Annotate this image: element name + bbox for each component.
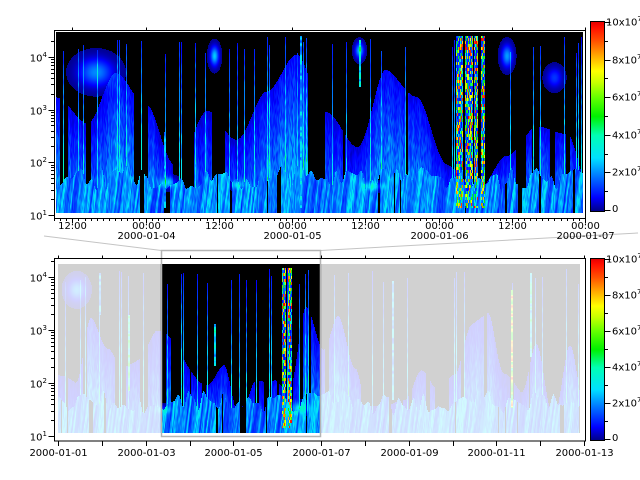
colorbar-tick-label: 8x107 — [612, 289, 640, 301]
x-tick-label-date: 2000-01-07 — [277, 448, 367, 459]
colorbar-tick-label: 4x107 — [612, 361, 640, 373]
colorbar-tick-label: 10x107 — [606, 253, 640, 265]
x-tick-label-date: 2000-01-03 — [102, 448, 192, 459]
y-tick-label: 101 — [0, 210, 47, 222]
x-tick-label-date: 2000-01-05 — [248, 231, 338, 242]
colorbar-tick-label: 6x107 — [612, 91, 640, 103]
x-tick-label-date: 2000-01-09 — [365, 448, 455, 459]
colorbar-tick-label: 0 — [612, 433, 618, 444]
y-tick-label: 104 — [0, 272, 47, 284]
y-tick-label: 103 — [0, 105, 47, 117]
time-selection-box[interactable] — [162, 251, 321, 437]
y-tick-label: 102 — [0, 378, 47, 390]
y-tick-label: 102 — [0, 157, 47, 169]
x-tick-label-date: 2000-01-11 — [452, 448, 542, 459]
x-tick-label-date: 2000-01-13 — [540, 448, 630, 459]
zoom-panel-frame — [55, 31, 586, 219]
colorbar-tick-label: 8x107 — [612, 54, 640, 66]
y-tick-label: 103 — [0, 325, 47, 337]
colorbar-tick-label: 6x107 — [612, 325, 640, 337]
colorbar-tick-label: 2x107 — [612, 397, 640, 409]
colorbar-tick-label: 0 — [612, 204, 618, 215]
y-tick-label: 101 — [0, 431, 47, 443]
spectrogram-figure: 12:0000:002000-01-0412:0000:002000-01-05… — [0, 0, 640, 480]
x-tick-label-date: 2000-01-01 — [14, 448, 104, 459]
x-tick-label-date: 2000-01-05 — [189, 448, 279, 459]
x-tick-label-date: 2000-01-06 — [395, 231, 485, 242]
y-tick-label: 104 — [0, 52, 47, 64]
x-tick-label-date: 2000-01-04 — [102, 231, 192, 242]
colorbar-tick-label: 2x107 — [612, 166, 640, 178]
colorbar-tick-label: 10x107 — [606, 16, 640, 28]
x-tick-label-date: 2000-01-07 — [541, 231, 631, 242]
colorbar-tick-label: 4x107 — [612, 129, 640, 141]
